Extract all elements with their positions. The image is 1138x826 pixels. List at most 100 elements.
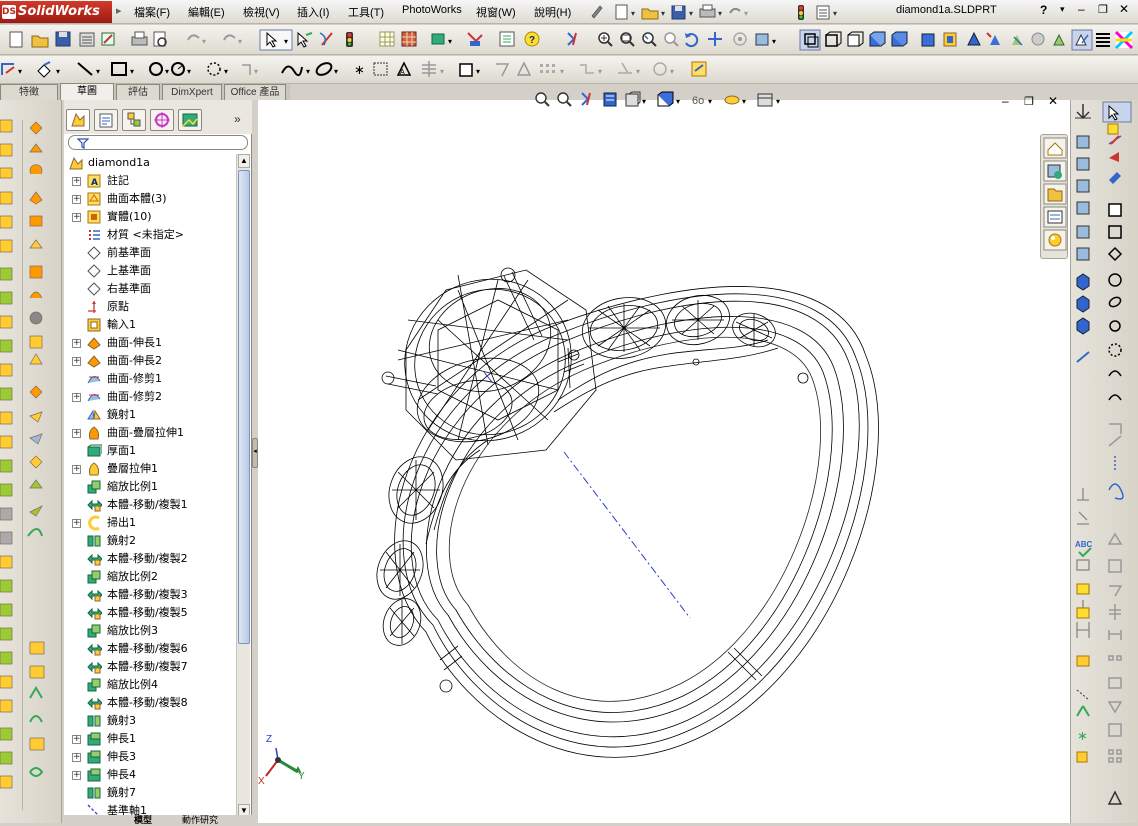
tab-dimxpert[interactable]: DimXpert	[162, 84, 222, 100]
tree-node[interactable]: 曲面-修剪1	[64, 370, 236, 388]
sketch-toolbar-icons[interactable]: ▾ ▾ ▾ ▾ ▾ ▾ ▾ ▾ ▾ ▾ ∗ A ▾ ▾ ▾ ▾ ▾ ▾	[0, 59, 720, 81]
expand-toggle-icon[interactable]: +	[72, 519, 81, 528]
expand-toggle-icon[interactable]: +	[72, 735, 81, 744]
tree-node[interactable]: + 曲面-疊層拉伸1	[64, 424, 236, 442]
tree-node[interactable]: 本體-移動/複製1	[64, 496, 236, 514]
viewport-restore-icon[interactable]: ❐	[1024, 95, 1034, 108]
tree-node[interactable]: 本體-移動/複製8	[64, 694, 236, 712]
tree-node[interactable]: + 伸長4	[64, 766, 236, 784]
tree-node-label: 原點	[107, 300, 129, 313]
restore-icon[interactable]: ❐	[1098, 3, 1108, 16]
menu-photoworks[interactable]: PhotoWorks	[402, 4, 462, 16]
scroll-thumb[interactable]	[238, 170, 250, 644]
expand-toggle-icon[interactable]: +	[72, 771, 81, 780]
task-pane-icons[interactable]	[1041, 135, 1069, 260]
expand-toggle-icon[interactable]: +	[72, 393, 81, 402]
solidworks-logo[interactable]: DS SolidWorks	[0, 1, 112, 23]
tree-node[interactable]: 本體-移動/複製3	[64, 586, 236, 604]
tree-node[interactable]: 縮放比例2	[64, 568, 236, 586]
menu-pin-icon[interactable]: ▸	[116, 4, 124, 18]
tree-node[interactable]: + A 註記	[64, 172, 236, 190]
tree-root[interactable]: diamond1a	[64, 154, 236, 172]
menu-edit[interactable]: 編輯(E)	[188, 4, 225, 20]
expand-toggle-icon[interactable]: +	[72, 753, 81, 762]
expand-toggle-icon[interactable]: +	[72, 195, 81, 204]
graphics-area[interactable]: Z X Y – ❐ ✕	[258, 94, 1070, 823]
feature-filter-input[interactable]	[68, 135, 248, 150]
help-button[interactable]: ?	[1040, 3, 1047, 17]
tree-node[interactable]: 本體-移動/複製7	[64, 658, 236, 676]
tree-node-label: 曲面-伸長1	[107, 336, 162, 349]
menu-insert[interactable]: 插入(I)	[297, 4, 329, 20]
tab-motion-study[interactable]: 動作研究	[182, 813, 218, 826]
tree-node-label: 伸長1	[107, 732, 136, 745]
minimize-icon[interactable]: –	[1078, 2, 1085, 16]
tree-node[interactable]: 鏡射3	[64, 712, 236, 730]
menu-help[interactable]: 說明(H)	[534, 4, 571, 20]
svg-text:▾: ▾	[254, 67, 258, 76]
tree-node[interactable]: 材質 <未指定>	[64, 226, 236, 244]
featuremanager-tab-icon[interactable]	[66, 109, 90, 131]
expand-toggle-icon[interactable]: +	[72, 339, 81, 348]
close-icon[interactable]: ✕	[1119, 2, 1129, 16]
tree-node[interactable]: 本體-移動/複製6	[64, 640, 236, 658]
ring-wireframe-model[interactable]	[258, 100, 1070, 823]
tab-office-products[interactable]: Office 產品	[224, 84, 286, 100]
displaymanager-tab-icon[interactable]	[178, 109, 202, 131]
help-dropdown-icon[interactable]: ▾	[1060, 4, 1065, 15]
heads-up-view-toolbar[interactable]: ▾ ▾ 6o ▾ ▾ ▾	[532, 90, 792, 110]
tree-node[interactable]: + 疊層拉伸1	[64, 460, 236, 478]
tree-node[interactable]: 上基準面	[64, 262, 236, 280]
configurationmanager-tab-icon[interactable]	[122, 109, 146, 131]
tree-node[interactable]: 原點	[64, 298, 236, 316]
tree-node[interactable]: 本體-移動/複製5	[64, 604, 236, 622]
tab-evaluate[interactable]: 評估	[116, 84, 160, 100]
tree-node[interactable]: + 曲面-伸長2	[64, 352, 236, 370]
dimxpertmanager-tab-icon[interactable]	[150, 109, 174, 131]
tab-model[interactable]: 模型	[134, 813, 152, 826]
tab-sketch[interactable]: 草圖	[60, 83, 114, 100]
expand-panel-icon[interactable]: »	[234, 112, 241, 126]
tree-node[interactable]: 鏡射1	[64, 406, 236, 424]
quick-access-toolbar[interactable]: ▾ ▾ ▾ ▾ ▾ ▾	[588, 3, 848, 21]
tree-scrollbar[interactable]: ▲ ▼	[236, 154, 250, 820]
tree-node[interactable]: 縮放比例4	[64, 676, 236, 694]
standard-toolbar-icons[interactable]: ▾ ▾ ▾ ▾ ? ▾	[2, 29, 1136, 51]
expand-toggle-icon[interactable]: +	[72, 177, 81, 186]
tree-node[interactable]: 縮放比例3	[64, 622, 236, 640]
tree-node[interactable]: 前基準面	[64, 244, 236, 262]
viewport-minimize-icon[interactable]: –	[1002, 94, 1009, 108]
expand-toggle-icon[interactable]: +	[72, 357, 81, 366]
tree-node[interactable]: 輸入1	[64, 316, 236, 334]
tree-node[interactable]: 縮放比例1	[64, 478, 236, 496]
tree-node[interactable]: 本體-移動/複製2	[64, 550, 236, 568]
scroll-up-icon[interactable]: ▲	[238, 154, 250, 168]
propertymanager-tab-icon[interactable]	[94, 109, 118, 131]
tree-node[interactable]: + 曲面本體(3)	[64, 190, 236, 208]
right-toolbar-icons[interactable]: ABC ∗	[1071, 100, 1138, 823]
tree-node[interactable]: + 曲面-修剪2	[64, 388, 236, 406]
solid-bodies-icon	[87, 210, 101, 224]
tree-node[interactable]: 厚面1	[64, 442, 236, 460]
tree-node[interactable]: 鏡射7	[64, 784, 236, 802]
tree-node[interactable]: + 曲面-伸長1	[64, 334, 236, 352]
tree-node[interactable]: + 掃出1	[64, 514, 236, 532]
menu-file[interactable]: 檔案(F)	[134, 4, 170, 20]
expand-toggle-icon[interactable]: +	[72, 213, 81, 222]
tree-node[interactable]: 鏡射2	[64, 532, 236, 550]
menu-view[interactable]: 檢視(V)	[243, 4, 280, 20]
tree-node[interactable]: + 實體(10)	[64, 208, 236, 226]
expand-toggle-icon[interactable]: +	[72, 429, 81, 438]
tree-node[interactable]: + 伸長1	[64, 730, 236, 748]
import-icon	[87, 318, 101, 332]
tab-features[interactable]: 特徵	[0, 84, 58, 100]
expand-toggle-icon[interactable]: +	[72, 465, 81, 474]
menu-tools[interactable]: 工具(T)	[348, 4, 384, 20]
menu-window[interactable]: 視窗(W)	[476, 4, 516, 20]
tree-node[interactable]: 右基準面	[64, 280, 236, 298]
tree-node[interactable]: + 伸長3	[64, 748, 236, 766]
viewport-close-icon[interactable]: ✕	[1048, 94, 1058, 108]
feature-command-icons[interactable]	[0, 108, 62, 808]
move-copy-icon	[87, 661, 102, 674]
svg-text:▾: ▾	[306, 67, 310, 76]
